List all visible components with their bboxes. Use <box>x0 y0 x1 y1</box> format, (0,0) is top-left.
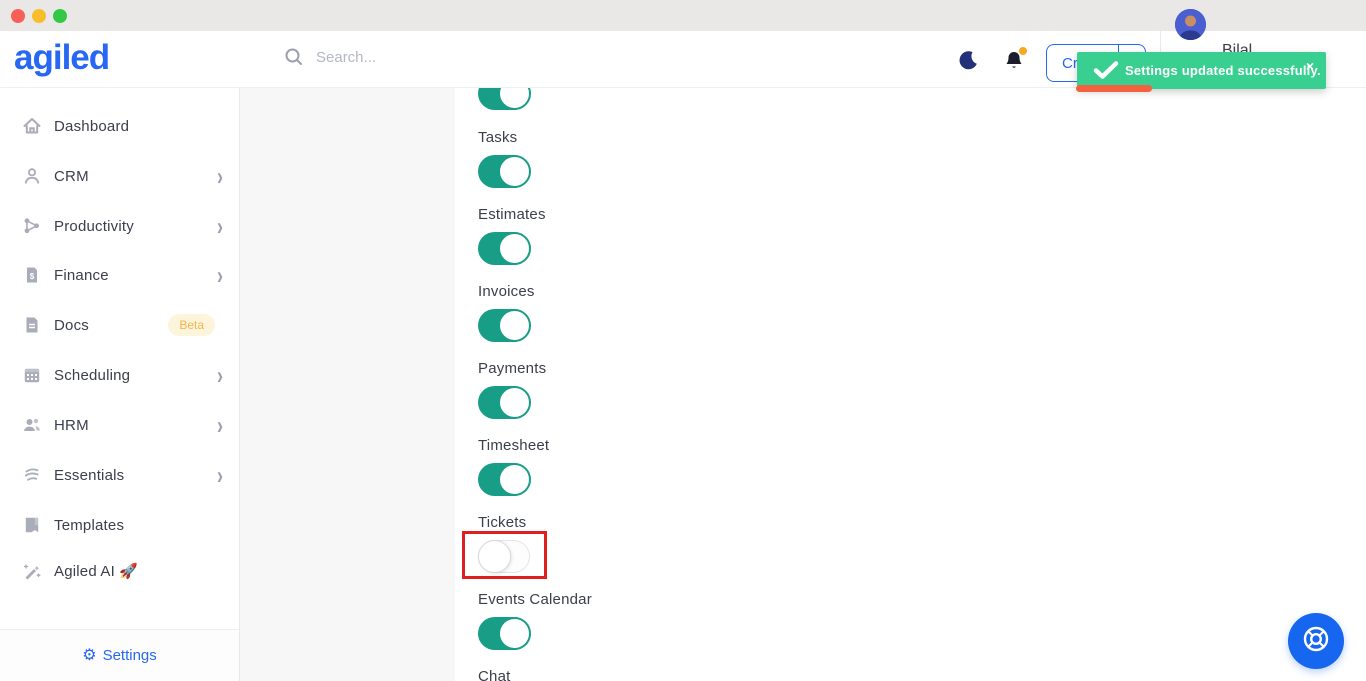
module-label-payments: Payments <box>478 360 546 377</box>
bell-icon[interactable] <box>1003 49 1027 73</box>
search-icon <box>284 47 304 67</box>
toggle-knob <box>498 309 531 342</box>
sidebar-item-label: CRM <box>54 168 89 185</box>
people-icon <box>22 415 42 435</box>
toggle-knob <box>498 386 531 419</box>
calendar-icon <box>22 365 42 385</box>
module-label-tickets: Tickets <box>478 514 526 531</box>
beta-badge: Beta <box>168 314 215 336</box>
sidebar-item-essentials[interactable]: Essentials › <box>0 452 239 498</box>
toggle-knob <box>498 155 531 188</box>
maximize-window-button[interactable] <box>53 9 67 23</box>
book-icon <box>22 515 42 535</box>
user-icon <box>22 166 42 186</box>
sidebar-item-hrm[interactable]: HRM › <box>0 402 239 448</box>
search-input[interactable] <box>316 49 536 66</box>
toast-progress-bar <box>1076 85 1152 92</box>
toggle-invoices[interactable] <box>478 309 530 342</box>
layers-icon <box>22 465 42 485</box>
notification-badge <box>1019 47 1027 55</box>
content-left-panel <box>240 88 455 681</box>
moon-icon[interactable] <box>957 49 981 73</box>
chevron-right-icon: › <box>217 262 223 287</box>
toggle-timesheet[interactable] <box>478 463 530 496</box>
toggle-events-calendar[interactable] <box>478 617 530 650</box>
sidebar-item-label: Productivity <box>54 218 134 235</box>
toggle-estimates[interactable] <box>478 232 530 265</box>
sidebar-item-dashboard[interactable]: Dashboard <box>0 103 239 149</box>
minimize-window-button[interactable] <box>32 9 46 23</box>
toggle-tickets[interactable] <box>478 540 530 573</box>
sidebar-item-agiled-ai[interactable]: Agiled AI 🚀 <box>0 548 239 594</box>
branch-icon <box>22 216 42 236</box>
toggle-knob <box>498 232 531 265</box>
app-window: agiled Create Bilal Settings updat <box>0 0 1366 681</box>
toggle-knob <box>498 463 531 496</box>
main-content: Tasks Estimates Invoices Payments Timesheet T… <box>240 88 1366 681</box>
module-label-estimates: Estimates <box>478 206 546 223</box>
sidebar-item-label: Dashboard <box>54 118 129 135</box>
module-label-timesheet: Timesheet <box>478 437 549 454</box>
document-icon <box>22 315 42 335</box>
sidebar-item-productivity[interactable]: Productivity › <box>0 203 239 249</box>
toggle-payments[interactable] <box>478 386 530 419</box>
module-label-chat: Chat <box>478 668 511 681</box>
finance-doc-icon: $ <box>22 265 42 285</box>
toast-success: Settings updated successfully. × <box>1077 52 1326 89</box>
module-label-invoices: Invoices <box>478 283 535 300</box>
toggle-knob <box>498 88 531 110</box>
toggle-knob <box>498 617 531 650</box>
sidebar-item-label: HRM <box>54 417 89 434</box>
lifebuoy-icon <box>1301 624 1331 659</box>
settings-label: Settings <box>103 647 157 664</box>
user-avatar[interactable] <box>1175 9 1206 40</box>
gear-icon: ⚙ <box>82 648 96 664</box>
chevron-right-icon: › <box>217 163 223 188</box>
svg-text:$: $ <box>30 272 35 281</box>
toast-message: Settings updated successfully. <box>1125 63 1321 78</box>
close-icon[interactable]: × <box>1306 58 1314 74</box>
sidebar-settings-button[interactable]: ⚙ Settings <box>0 629 239 681</box>
chevron-right-icon: › <box>217 412 223 437</box>
chevron-right-icon: › <box>217 213 223 238</box>
sidebar-item-label: Scheduling <box>54 367 130 384</box>
module-label-events-calendar: Events Calendar <box>478 591 592 608</box>
sidebar-item-templates[interactable]: Templates <box>0 502 239 548</box>
checkmark-icon <box>1093 60 1119 85</box>
global-search <box>284 47 536 67</box>
toggle-knob <box>478 540 511 573</box>
sidebar-item-label: Docs <box>54 317 89 334</box>
sidebar-item-label: Agiled AI 🚀 <box>54 562 138 580</box>
sidebar-item-scheduling[interactable]: Scheduling › <box>0 352 239 398</box>
toggle-partial[interactable] <box>478 88 530 110</box>
chevron-right-icon: › <box>217 362 223 387</box>
sidebar-item-docs[interactable]: Docs Beta <box>0 302 239 348</box>
home-icon <box>22 116 42 136</box>
sidebar-item-label: Templates <box>54 517 124 534</box>
agiled-logo[interactable]: agiled <box>14 38 109 78</box>
sidebar-item-label: Finance <box>54 267 109 284</box>
toggle-tasks[interactable] <box>478 155 530 188</box>
sidebar-item-label: Essentials <box>54 467 124 484</box>
module-label-tasks: Tasks <box>478 129 517 146</box>
chevron-right-icon: › <box>217 462 223 487</box>
sidebar-item-finance[interactable]: $ Finance › <box>0 252 239 298</box>
help-button[interactable] <box>1288 613 1344 669</box>
sidebar: Dashboard CRM › Productivity › $ Finance › Docs B… <box>0 88 240 681</box>
os-window-bar <box>0 0 1366 31</box>
wand-icon <box>22 561 42 581</box>
sidebar-item-crm[interactable]: CRM › <box>0 153 239 199</box>
close-window-button[interactable] <box>11 9 25 23</box>
